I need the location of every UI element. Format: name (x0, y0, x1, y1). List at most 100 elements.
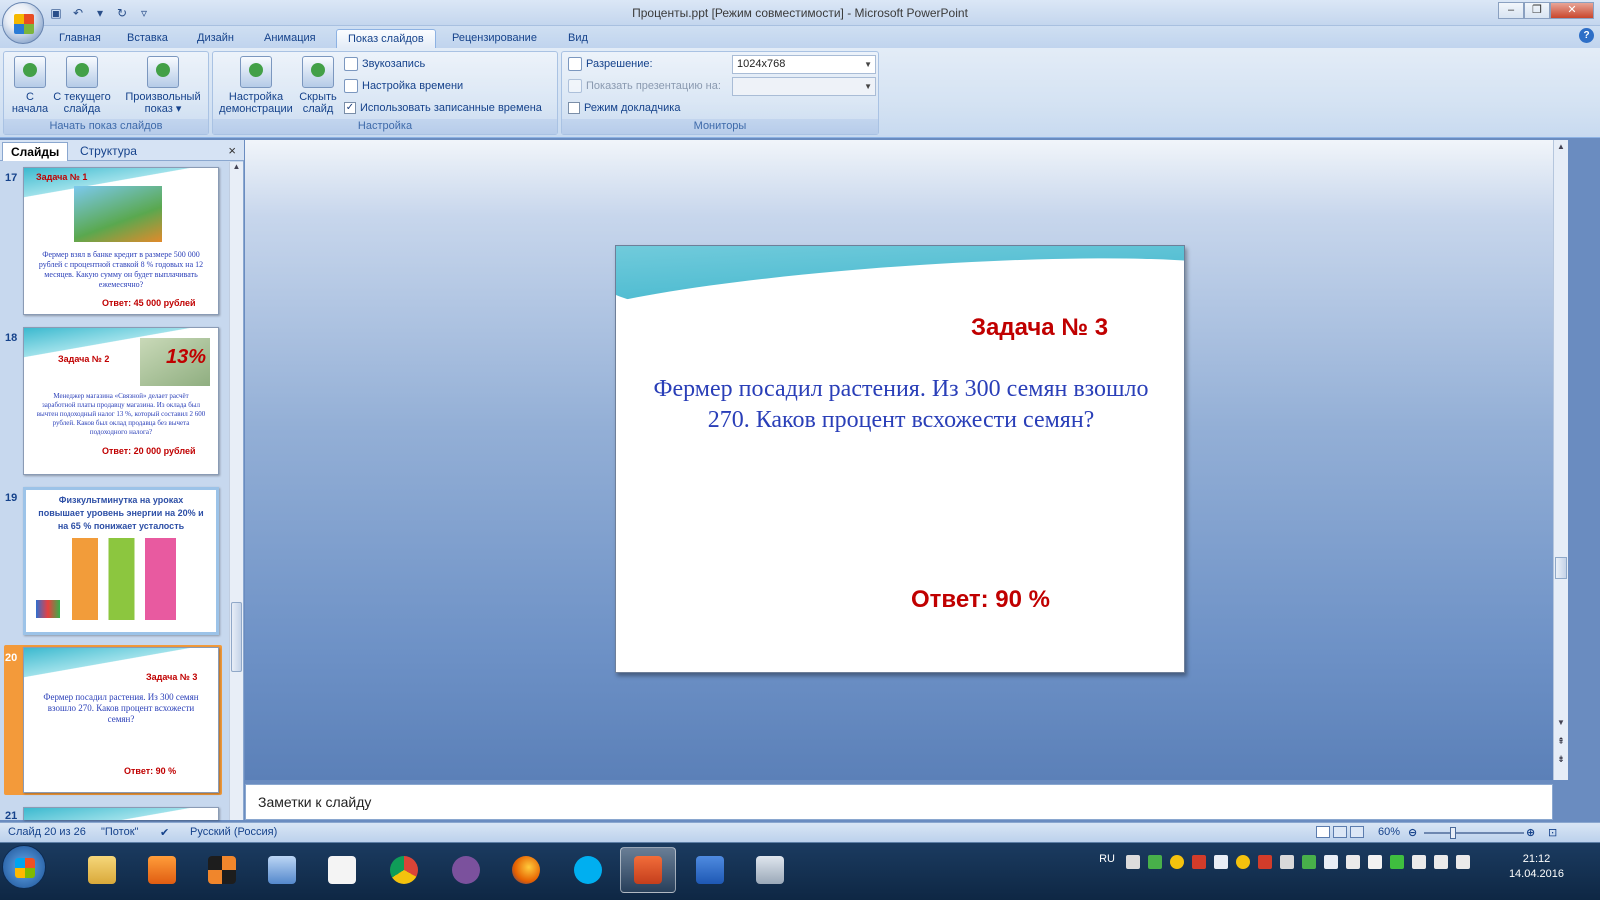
from-start-button[interactable]: С начала (8, 56, 52, 115)
tab-slides[interactable]: Слайды (2, 142, 69, 161)
tab-review[interactable]: Рецензирование (441, 29, 548, 48)
slide-thumbnail-19[interactable]: Физкультминутка на уроках повышает урове… (23, 487, 219, 635)
thumbnail-number: 20 (5, 652, 18, 664)
slide-thumbnail-20[interactable]: Задача № 3 Фермер посадил растения. Из 3… (23, 647, 219, 793)
slide-answer[interactable]: Ответ: 90 % (911, 586, 1050, 614)
volume-icon[interactable] (1346, 855, 1360, 869)
input-language[interactable]: RU (1099, 853, 1115, 865)
flag-icon[interactable] (1456, 855, 1470, 869)
slideshow-view-icon[interactable] (1350, 826, 1364, 838)
status-bar: Слайд 20 из 26 "Поток" ✔ Русский (Россия… (0, 822, 1600, 842)
notes-placeholder: Заметки к слайду (258, 794, 372, 810)
presenter-view-checkbox[interactable]: Режим докладчика (568, 99, 680, 117)
close-button[interactable]: ✕ (1550, 2, 1594, 19)
tray-icon[interactable] (1390, 855, 1404, 869)
editor-scrollbar[interactable]: ▲ ▼ ⇞ ⇟ (1553, 140, 1568, 780)
tab-home[interactable]: Главная (48, 29, 112, 48)
scroll-up-icon[interactable]: ▲ (230, 162, 243, 174)
use-timings-checkbox[interactable]: ✓ Использовать записанные времена (344, 99, 542, 117)
setup-show-button[interactable]: Настройка демонстрации (217, 56, 295, 115)
slide-body-text[interactable]: Фермер посадил растения. Из 300 семян вз… (636, 374, 1166, 436)
office-button[interactable] (2, 2, 44, 44)
tab-insert[interactable]: Вставка (116, 29, 179, 48)
tray-icon[interactable] (1368, 855, 1382, 869)
clock[interactable]: 21:12 14.04.2016 (1509, 852, 1564, 882)
viber-taskbar-icon[interactable] (438, 847, 494, 893)
office-tools-taskbar-icon[interactable] (194, 847, 250, 893)
previous-slide-icon[interactable]: ⇞ (1554, 736, 1568, 747)
tray-icon[interactable] (1148, 855, 1162, 869)
slide-title[interactable]: Задача № 3 (971, 314, 1108, 342)
network-icon[interactable] (1412, 855, 1426, 869)
scroll-up-icon[interactable]: ▲ (1554, 142, 1568, 151)
zoom-in-icon[interactable]: ⊕ (1526, 826, 1535, 839)
powerpoint-taskbar-icon[interactable] (620, 847, 676, 893)
tray-icon[interactable] (1324, 855, 1338, 869)
firefox-taskbar-icon[interactable] (498, 847, 554, 893)
help-icon[interactable]: ? (1579, 28, 1594, 43)
start-button[interactable] (2, 845, 46, 889)
tab-view[interactable]: Вид (557, 29, 599, 48)
tab-outline[interactable]: Структура (72, 142, 145, 161)
normal-view-icon[interactable] (1316, 826, 1330, 838)
record-narration-button[interactable]: Звукозапись (344, 55, 425, 73)
close-icon[interactable]: × (228, 143, 236, 158)
current-slide[interactable]: Задача № 3 Фермер посадил растения. Из 3… (615, 245, 1185, 673)
tray-icon[interactable] (1258, 855, 1272, 869)
tab-animation[interactable]: Анимация (253, 29, 327, 48)
checkbox-checked-icon[interactable]: ✓ (344, 102, 356, 114)
slide-thumbnail-17[interactable]: Задача № 1 Фермер взял в банке кредит в … (23, 167, 219, 315)
explorer-taskbar-icon[interactable] (74, 847, 130, 893)
scroll-thumb[interactable] (1555, 557, 1567, 579)
ribbon: С начала С текущего слайда Произвольный … (0, 48, 1600, 138)
next-slide-icon[interactable]: ⇟ (1554, 754, 1568, 765)
tab-slideshow[interactable]: Показ слайдов (336, 29, 436, 48)
notes-pane[interactable]: Заметки к слайду (245, 784, 1553, 820)
scroll-down-icon[interactable]: ▼ (1554, 718, 1568, 727)
checkbox-unchecked-icon[interactable] (568, 102, 580, 114)
speakers-taskbar-icon[interactable] (254, 847, 310, 893)
tab-design[interactable]: Дизайн (186, 29, 245, 48)
window-controls: – ❐ ✕ (1498, 2, 1594, 19)
tray-icon[interactable] (1170, 855, 1184, 869)
tray-icon[interactable] (1236, 855, 1250, 869)
from-current-button[interactable]: С текущего слайда (52, 56, 112, 115)
battery-icon[interactable] (1434, 855, 1448, 869)
minimize-button[interactable]: – (1498, 2, 1524, 19)
thumbnail-number: 17 (5, 172, 18, 184)
maximize-button[interactable]: ❐ (1524, 2, 1550, 19)
zoom-level[interactable]: 60% (1378, 826, 1400, 838)
group-label: Мониторы (562, 119, 878, 134)
slide-thumbnail-18[interactable]: Задача № 2 13% Менеджер магазина «Связно… (23, 327, 219, 475)
tray-icon[interactable] (1214, 855, 1228, 869)
wave-decoration (24, 808, 218, 820)
media-player-taskbar-icon[interactable] (134, 847, 190, 893)
zoom-slider-thumb[interactable] (1450, 827, 1456, 839)
show-on-select[interactable]: ▼ (732, 77, 876, 96)
hide-slide-button[interactable]: Скрыть слайд (295, 56, 341, 115)
calculator-taskbar-icon[interactable] (742, 847, 798, 893)
custom-show-button[interactable]: Произвольный показ ▾ (120, 56, 206, 115)
scroll-thumb[interactable] (231, 602, 242, 672)
zoom-out-icon[interactable]: ⊖ (1408, 826, 1417, 839)
fit-window-icon[interactable]: ⊡ (1548, 826, 1557, 839)
theme-name[interactable]: "Поток" (101, 826, 138, 838)
slide-thumbnail-21[interactable] (23, 807, 219, 820)
chrome-taskbar-icon[interactable] (376, 847, 432, 893)
sorter-view-icon[interactable] (1333, 826, 1347, 838)
word-taskbar-icon[interactable] (682, 847, 738, 893)
tray-icon[interactable] (1192, 855, 1206, 869)
tray-icon[interactable] (1280, 855, 1294, 869)
spellcheck-icon[interactable]: ✔ (160, 826, 169, 839)
thumb-text: Фермер посадил растения. Из 300 семян вз… (43, 692, 199, 724)
thumbnails-scrollbar[interactable]: ▲ (229, 162, 243, 820)
language-status[interactable]: Русский (Россия) (190, 826, 277, 838)
skype-taskbar-icon[interactable] (560, 847, 616, 893)
hide-slide-icon (302, 56, 334, 88)
tray-icon[interactable] (1302, 855, 1316, 869)
document-taskbar-icon[interactable] (314, 847, 370, 893)
zoom-slider[interactable] (1424, 832, 1524, 834)
resolution-select[interactable]: 1024x768 ▼ (732, 55, 876, 74)
tray-icon[interactable] (1126, 855, 1140, 869)
rehearse-timings-button[interactable]: Настройка времени (344, 77, 463, 95)
